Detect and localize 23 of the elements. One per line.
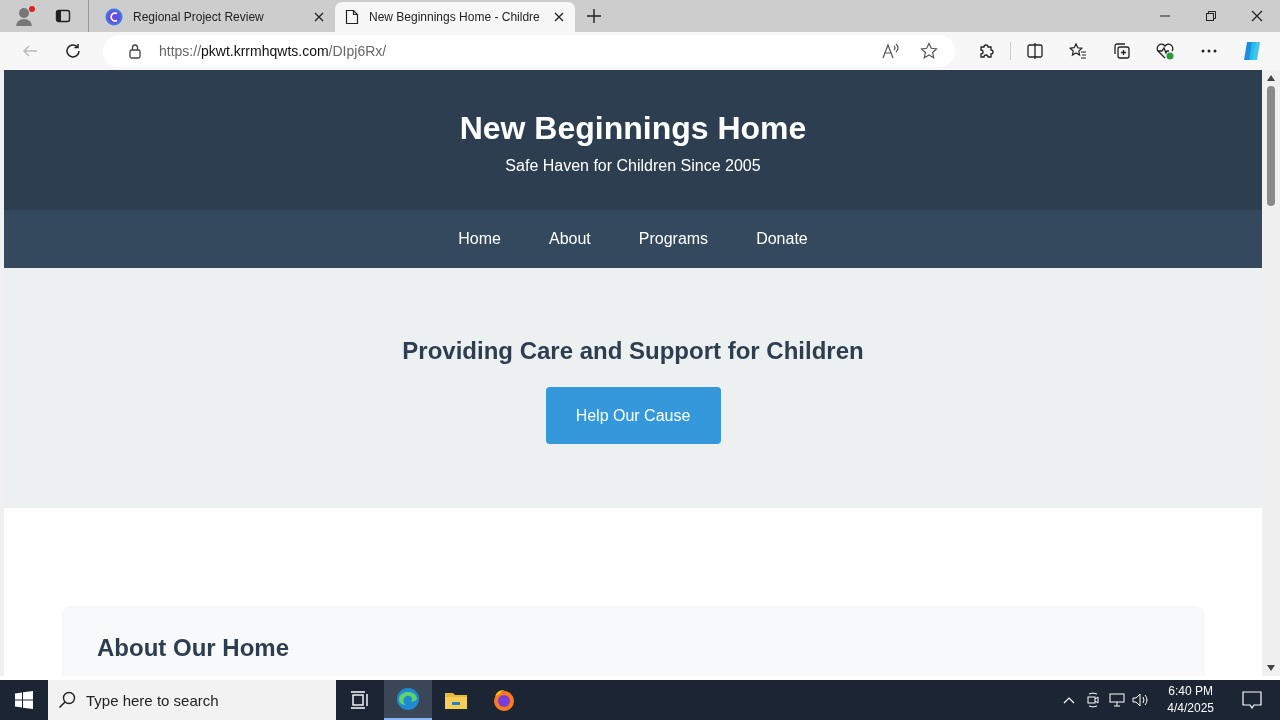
tab-title: Regional Project Review <box>133 10 265 24</box>
site-tagline: Safe Haven for Children Since 2005 <box>505 156 761 176</box>
clock-date: 4/4/2025 <box>1167 700 1214 717</box>
scroll-down-icon[interactable] <box>1267 665 1275 671</box>
site-logo-icon <box>105 8 123 26</box>
about-heading: About Our Home <box>97 634 290 662</box>
browser-tab[interactable]: Regional Project Review <box>95 2 335 32</box>
nav-link[interactable]: Programs <box>638 230 709 248</box>
nav-link[interactable]: Home <box>458 230 501 248</box>
page-icon <box>345 9 359 25</box>
url-text: https://pkwt.krrmhqwts.com/DIpj6Rx/ <box>159 43 387 59</box>
nav-link[interactable]: About <box>548 230 591 248</box>
hero-heading: Providing Care and Support for Children <box>402 336 864 366</box>
taskbar-search-field[interactable]: Type here to search <box>48 680 336 720</box>
nav-link[interactable]: Donate <box>756 230 808 248</box>
address-bar[interactable]: https://pkwt.krrmhqwts.com/DIpj6Rx/ <box>103 35 955 67</box>
scrollbar-thumb[interactable] <box>1267 86 1275 206</box>
clock[interactable]: 6:40 PM 4/4/2025 <box>1157 683 1224 717</box>
browser-tab[interactable]: New Beginnings Home - Childre <box>335 2 575 32</box>
clock-time: 6:40 PM <box>1168 683 1213 700</box>
site-title: New Beginnings Home <box>459 110 807 146</box>
scroll-up-icon[interactable] <box>1267 75 1275 81</box>
tab-title: New Beginnings Home - Childre <box>369 10 541 24</box>
